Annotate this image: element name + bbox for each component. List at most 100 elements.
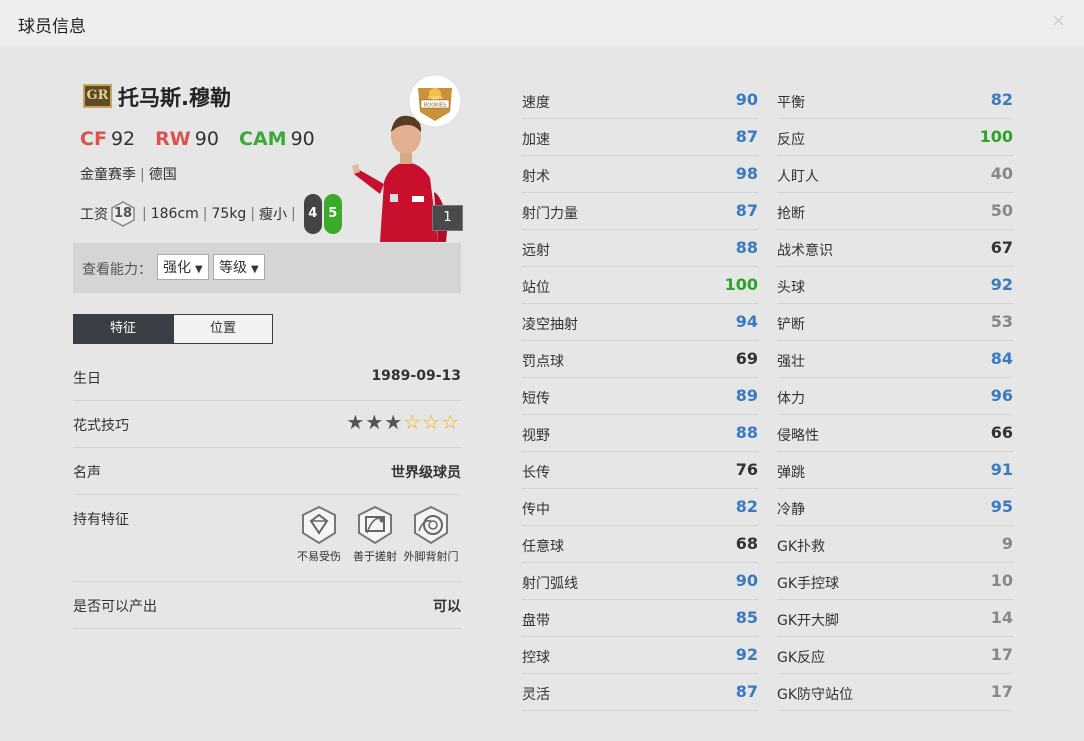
stat-name: GK手控球	[777, 576, 840, 592]
stat-name: 侵略性	[777, 428, 819, 444]
stat-value: 92	[990, 275, 1013, 294]
stat-row: GK反应 17	[777, 637, 1013, 674]
outside-foot-shot-icon	[414, 505, 448, 545]
diamond-shield-icon	[302, 505, 336, 545]
height: 186cm	[150, 206, 199, 222]
skill-moves-label: 花式技巧	[73, 418, 129, 434]
stat-value: 96	[990, 386, 1013, 405]
position-rating: 90	[290, 128, 315, 150]
stat-value: 69	[735, 349, 758, 368]
stat-name: 盘带	[522, 613, 550, 629]
golden-rookies-icon: ROOKIES GOLDEN	[408, 74, 462, 128]
stat-value: 84	[990, 349, 1013, 368]
stat-row: 抢断 50	[777, 193, 1013, 230]
stat-value: 100	[979, 127, 1013, 146]
stat-name: 战术意识	[777, 243, 833, 259]
stat-row: 反应 100	[777, 119, 1013, 156]
close-icon[interactable]: ×	[1051, 10, 1066, 31]
trait-outside-foot-shot[interactable]: 外脚背射门	[403, 505, 459, 564]
stat-name: GK防守站位	[777, 687, 854, 703]
stat-value: 98	[735, 164, 758, 183]
stat-value: 67	[990, 238, 1013, 257]
birthday-label: 生日	[73, 371, 101, 387]
stat-row: 头球 92	[777, 267, 1013, 304]
stat-row: 传中 82	[522, 489, 758, 526]
stat-row: 射术 98	[522, 156, 758, 193]
output-row: 是否可以产出 可以	[73, 582, 461, 629]
position-label: RW	[155, 128, 191, 150]
wage-value: 18	[113, 206, 133, 221]
player-attributes-line: 工资 18 | 186cm | 75kg | 瘦小 | 4 5	[80, 194, 344, 234]
stat-name: 任意球	[522, 539, 564, 555]
stat-name: 加速	[522, 132, 550, 148]
enhance-select[interactable]: 强化 ▼	[157, 254, 209, 280]
stat-row: 射门弧线 90	[522, 563, 758, 600]
level-select[interactable]: 等级 ▼	[213, 254, 265, 280]
stat-name: 冷静	[777, 502, 805, 518]
fame-value: 世界级球员	[391, 465, 461, 481]
stat-value: 95	[990, 497, 1013, 516]
trait-injury-resistant[interactable]: 不易受伤	[291, 505, 347, 564]
stat-name: 铲断	[777, 317, 805, 333]
stat-name: 射门力量	[522, 206, 578, 222]
stat-value: 14	[990, 608, 1013, 627]
stat-value: 9	[1001, 534, 1013, 553]
stat-row: 铲断 53	[777, 304, 1013, 341]
detail-tabs: 特征 位置	[73, 314, 273, 344]
position-rating: 90	[194, 128, 219, 150]
stat-name: 速度	[522, 95, 550, 111]
star-filled-icon: ★	[384, 410, 403, 434]
tab-features[interactable]: 特征	[73, 314, 173, 344]
stat-value: 94	[735, 312, 758, 331]
strong-foot-icon: 5	[323, 194, 342, 234]
position-label: CAM	[239, 128, 287, 150]
trait-chip-shot[interactable]: 善于搓射	[347, 505, 403, 564]
stat-name: GK反应	[777, 650, 826, 666]
stat-row: 侵略性 66	[777, 415, 1013, 452]
star-filled-icon: ★	[346, 410, 365, 434]
stat-value: 90	[735, 90, 758, 109]
stat-row: 冷静 95	[777, 489, 1013, 526]
stat-value: 88	[735, 423, 758, 442]
birthday-row: 生日 1989-09-13	[73, 354, 461, 401]
stat-name: 反应	[777, 132, 805, 148]
fame-label: 名声	[73, 465, 101, 481]
stat-name: 传中	[522, 502, 550, 518]
star-outline-icon: ☆	[441, 410, 459, 434]
stat-row: 人盯人 40	[777, 156, 1013, 193]
stat-value: 87	[735, 201, 758, 220]
weak-foot-icon: 4	[303, 194, 322, 234]
stat-value: 68	[735, 534, 758, 553]
star-filled-icon: ★	[365, 410, 384, 434]
position-label: CF	[80, 128, 107, 150]
chevron-down-icon: ▼	[195, 264, 203, 275]
skill-stars: ★ ★ ★ ☆ ☆ ☆	[345, 412, 459, 432]
star-outline-icon: ☆	[403, 410, 422, 434]
stat-name: 凌空抽射	[522, 317, 578, 333]
stat-name: 体力	[777, 391, 805, 407]
output-value: 可以	[433, 599, 461, 615]
stat-row: 罚点球 69	[522, 341, 758, 378]
stat-row: 加速 87	[522, 119, 758, 156]
stat-row: 战术意识 67	[777, 230, 1013, 267]
stat-row: GK防守站位 17	[777, 674, 1013, 711]
tab-position[interactable]: 位置	[173, 314, 273, 344]
stat-name: 短传	[522, 391, 550, 407]
weight: 75kg	[211, 206, 247, 222]
stat-value: 50	[990, 201, 1013, 220]
trait-label: 善于搓射	[353, 550, 397, 563]
stat-row: 远射 88	[522, 230, 758, 267]
stat-value: 53	[990, 312, 1013, 331]
rookies-badge-text: ROOKIES	[424, 103, 446, 109]
title-bar: 球员信息 ×	[0, 0, 1084, 46]
player-info-dialog: 球员信息 × GR 托马斯.穆勒 CF 92 RW 90 CAM 90 金童赛季 | 德国…	[0, 0, 1084, 741]
stat-name: 射门弧线	[522, 576, 578, 592]
stat-row: 体力 96	[777, 378, 1013, 415]
birthday-value: 1989-09-13	[371, 368, 461, 384]
stat-name: 长传	[522, 465, 550, 481]
stat-row: 强壮 84	[777, 341, 1013, 378]
wage-hex-icon: 18	[111, 201, 135, 227]
stat-row: GK开大脚 14	[777, 600, 1013, 637]
nation: 德国	[148, 167, 177, 183]
body-type: 瘦小	[259, 207, 288, 223]
